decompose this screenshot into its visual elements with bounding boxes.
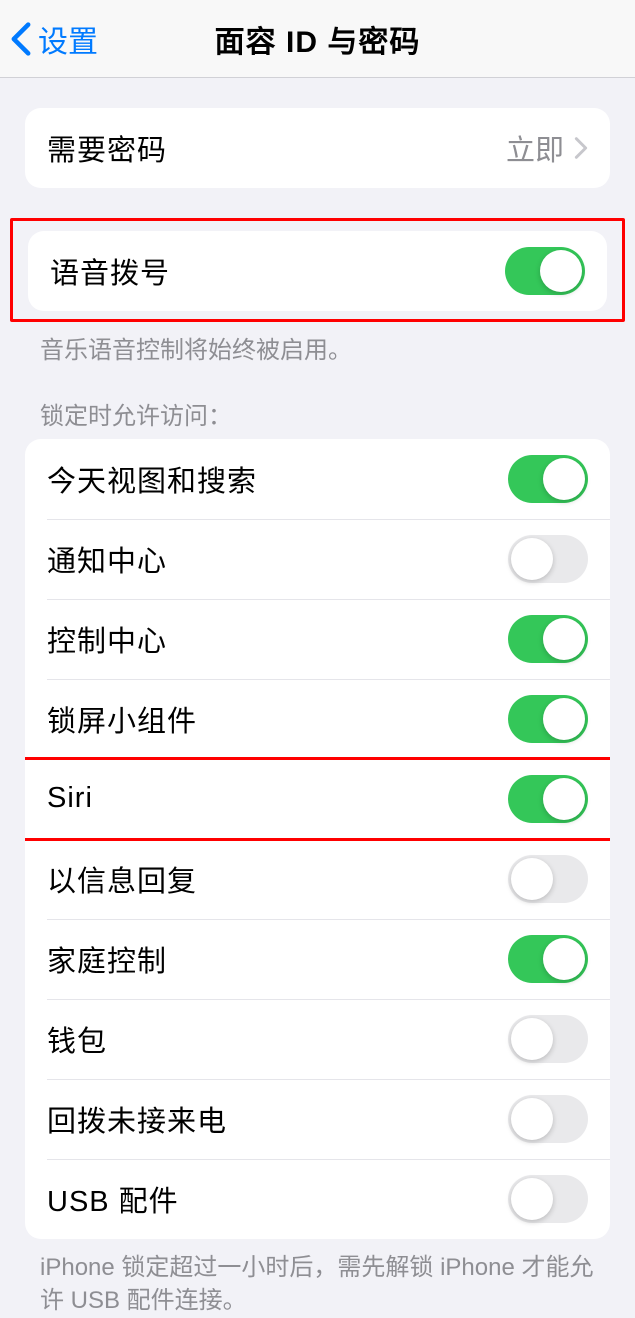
lock-access-item-label: 控制中心 [47, 618, 167, 660]
lock-access-item-label: 以信息回复 [47, 858, 197, 900]
require-passcode-row[interactable]: 需要密码 立即 [25, 108, 610, 188]
lock-access-item-label: 家庭控制 [47, 938, 167, 980]
lock-access-item-label: 钱包 [47, 1018, 107, 1060]
page-title: 面容 ID 与密码 [215, 17, 421, 61]
back-button[interactable]: 设置 [10, 17, 98, 61]
lock-access-toggle[interactable] [508, 455, 588, 503]
lock-access-toggle[interactable] [508, 1095, 588, 1143]
lock-access-row: 控制中心 [25, 599, 610, 679]
require-passcode-value: 立即 [506, 127, 564, 169]
lock-access-toggle[interactable] [508, 695, 588, 743]
lock-access-row: 家庭控制 [25, 919, 610, 999]
lock-access-footer: iPhone 锁定超过一小时后，需先解锁 iPhone 才能允许 USB 配件连… [0, 1239, 635, 1318]
lock-access-toggle[interactable] [508, 1015, 588, 1063]
lock-access-header: 锁定时允许访问： [0, 368, 635, 439]
lock-access-item-label: 通知中心 [47, 538, 167, 580]
lock-access-row: 回拨未接来电 [25, 1079, 610, 1159]
lock-access-toggle[interactable] [508, 775, 588, 823]
passcode-group: 需要密码 立即 [25, 108, 610, 188]
lock-access-item-label: 锁屏小组件 [47, 698, 197, 740]
lock-access-toggle[interactable] [508, 1175, 588, 1223]
lock-access-toggle[interactable] [508, 535, 588, 583]
lock-access-toggle[interactable] [508, 615, 588, 663]
lock-access-row: Siri [25, 759, 610, 839]
voice-dial-row: 语音拨号 [28, 231, 607, 311]
lock-access-row: 锁屏小组件 [25, 679, 610, 759]
lock-access-item-label: 今天视图和搜索 [47, 458, 257, 500]
voice-dial-group: 语音拨号 [28, 231, 607, 311]
lock-access-toggle[interactable] [508, 855, 588, 903]
lock-access-toggle[interactable] [508, 935, 588, 983]
lock-access-row: 钱包 [25, 999, 610, 1079]
chevron-right-icon [574, 136, 588, 160]
lock-access-row: 今天视图和搜索 [25, 439, 610, 519]
lock-access-item-label: 回拨未接来电 [47, 1098, 227, 1140]
lock-access-item-label: Siri [47, 782, 93, 815]
voice-dial-highlight: 语音拨号 [10, 218, 625, 322]
lock-access-row: 以信息回复 [25, 839, 610, 919]
require-passcode-label: 需要密码 [47, 127, 167, 169]
back-label: 设置 [38, 17, 98, 61]
lock-access-row: 通知中心 [25, 519, 610, 599]
voice-dial-footer: 音乐语音控制将始终被启用。 [0, 322, 635, 368]
lock-access-row: USB 配件 [25, 1159, 610, 1239]
voice-dial-toggle[interactable] [505, 247, 585, 295]
lock-access-item-label: USB 配件 [47, 1178, 179, 1220]
chevron-left-icon [10, 21, 32, 57]
lock-access-group: 今天视图和搜索通知中心控制中心锁屏小组件 Siri 以信息回复家庭控制钱包回拨未接来… [25, 439, 610, 1239]
nav-bar: 设置 面容 ID 与密码 [0, 0, 635, 78]
voice-dial-label: 语音拨号 [50, 250, 170, 292]
